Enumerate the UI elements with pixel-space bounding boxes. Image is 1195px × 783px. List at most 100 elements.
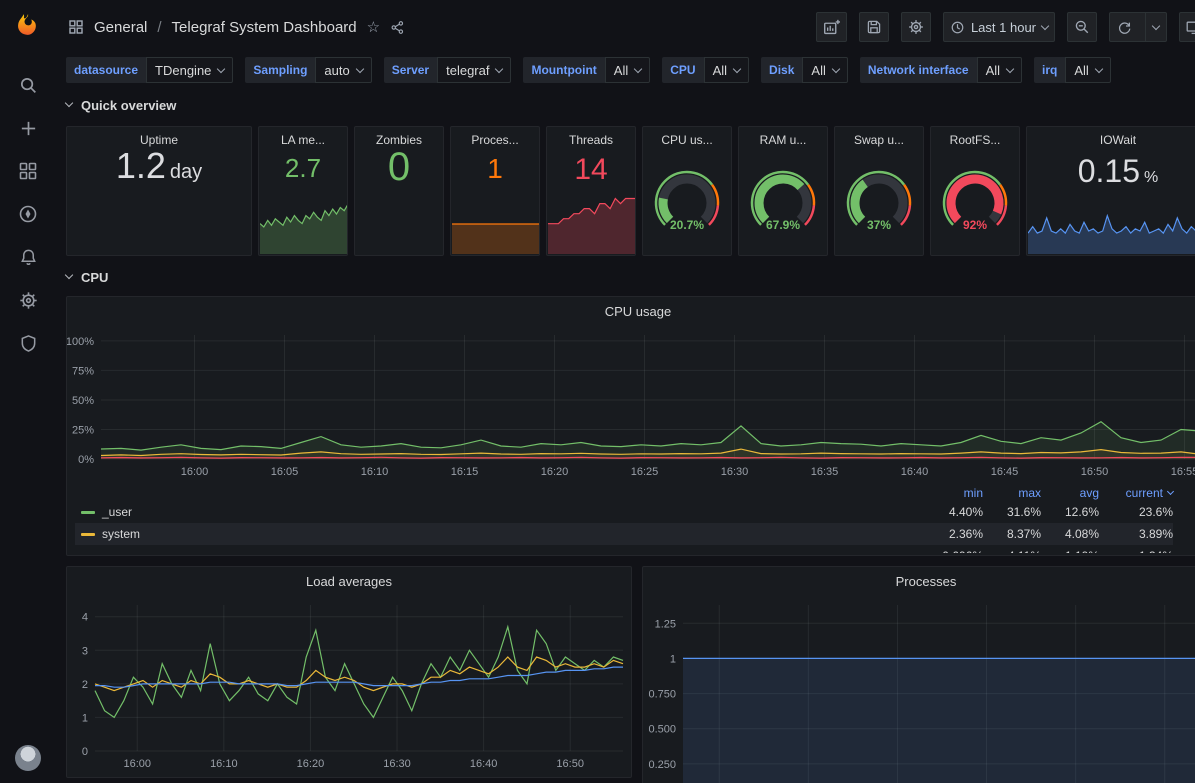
svg-text:4: 4 bbox=[82, 612, 88, 624]
navbar-actions: Last 1 hour bbox=[816, 12, 1195, 42]
chevron-down-icon bbox=[832, 64, 840, 72]
variable-label: Sampling bbox=[245, 57, 315, 83]
svg-text:2: 2 bbox=[82, 679, 88, 691]
variable-value-dropdown[interactable]: telegraf bbox=[437, 57, 511, 83]
stat-sparkline bbox=[1028, 214, 1195, 254]
panel-processes: Processes 1.2510.7500.5000.250 bbox=[642, 566, 1195, 783]
variable-value-dropdown[interactable]: auto bbox=[315, 57, 371, 83]
legend-value-max: 31.6% bbox=[983, 505, 1041, 519]
stat-sparkline bbox=[548, 196, 636, 254]
legend-value-max: 8.37% bbox=[983, 527, 1041, 541]
svg-text:16:15: 16:15 bbox=[451, 466, 479, 478]
variable-value: All bbox=[986, 63, 1000, 78]
panel-threads: Threads14 bbox=[546, 126, 636, 256]
time-range-label: Last 1 hour bbox=[971, 20, 1036, 35]
variable-value-dropdown[interactable]: TDengine bbox=[146, 57, 233, 83]
series-name[interactable]: system bbox=[102, 527, 140, 541]
panel-title[interactable]: LA me... bbox=[259, 127, 347, 153]
row-toggle-cpu[interactable]: CPU bbox=[66, 267, 108, 287]
gauge-chart: 37% bbox=[835, 165, 923, 237]
legend-value-current: 3.89% bbox=[1099, 527, 1173, 541]
refresh-icon[interactable] bbox=[1110, 13, 1139, 41]
stat-number: 1.2 bbox=[116, 145, 166, 187]
svg-text:25%: 25% bbox=[72, 424, 94, 436]
settings-gear-icon[interactable] bbox=[17, 289, 39, 311]
variable-value: All bbox=[811, 63, 825, 78]
dashboards-icon[interactable] bbox=[17, 160, 39, 182]
series-label[interactable]: _user bbox=[75, 505, 925, 519]
grafana-app: General / Telegraf System Dashboard ☆ bbox=[0, 0, 1195, 783]
save-dashboard-button[interactable] bbox=[859, 12, 889, 42]
create-plus-icon[interactable] bbox=[17, 117, 39, 139]
grafana-logo[interactable] bbox=[14, 12, 42, 40]
legend-header: minmaxavgcurrent bbox=[75, 485, 1173, 501]
star-icon[interactable]: ☆ bbox=[367, 18, 380, 36]
variable-value: All bbox=[713, 63, 727, 78]
dashboards-grid-icon[interactable] bbox=[68, 19, 84, 35]
legend-sort-min[interactable]: min bbox=[925, 486, 983, 500]
svg-text:16:40: 16:40 bbox=[901, 466, 929, 478]
panel-title[interactable]: Swap u... bbox=[835, 127, 923, 153]
search-icon[interactable] bbox=[17, 74, 39, 96]
panel-title[interactable]: Threads bbox=[547, 127, 635, 153]
panel-title-cpu-usage[interactable]: CPU usage bbox=[67, 297, 1195, 327]
variable-value-dropdown[interactable]: All bbox=[605, 57, 650, 83]
variable-value: All bbox=[614, 63, 628, 78]
svg-text:16:00: 16:00 bbox=[181, 466, 209, 478]
panel-title[interactable]: RAM u... bbox=[739, 127, 827, 153]
chevron-down-icon bbox=[65, 271, 73, 279]
explore-compass-icon[interactable] bbox=[17, 203, 39, 225]
variable-value-dropdown[interactable]: All bbox=[1065, 57, 1110, 83]
panel-title-processes[interactable]: Processes bbox=[643, 567, 1195, 597]
panel-cpu-us: CPU us...20.7% bbox=[642, 126, 732, 256]
legend-row: system2.36%8.37%4.08%3.89% bbox=[75, 523, 1173, 545]
gauge-chart: 67.9% bbox=[739, 165, 827, 237]
legend-rows: _user4.40%31.6%12.6%23.6%system2.36%8.37… bbox=[75, 501, 1173, 553]
variable-value-dropdown[interactable]: All bbox=[977, 57, 1022, 83]
processes-chart[interactable]: 1.2510.7500.5000.250 bbox=[643, 597, 1195, 783]
zoom-out-button[interactable] bbox=[1067, 12, 1097, 42]
panel-title[interactable]: RootFS... bbox=[931, 127, 1019, 153]
row-title: Quick overview bbox=[81, 98, 176, 113]
variable-value: TDengine bbox=[155, 63, 211, 78]
admin-shield-icon[interactable] bbox=[17, 332, 39, 354]
refresh-interval-dropdown[interactable] bbox=[1145, 13, 1166, 41]
stat-sparkline bbox=[452, 208, 540, 254]
stat-value: 1.2day bbox=[67, 145, 251, 247]
legend-row: _user4.40%31.6%12.6%23.6% bbox=[75, 501, 1173, 523]
breadcrumb-section[interactable]: General bbox=[94, 19, 147, 36]
svg-text:1.25: 1.25 bbox=[655, 618, 676, 630]
share-icon[interactable] bbox=[390, 20, 405, 35]
panel-iowait: IOWait0.15% bbox=[1026, 126, 1195, 256]
svg-text:50%: 50% bbox=[72, 395, 94, 407]
dashboard-settings-button[interactable] bbox=[901, 12, 931, 42]
load-averages-chart[interactable]: 4321016:0016:1016:2016:3016:4016:50 bbox=[67, 597, 631, 777]
svg-text:0%: 0% bbox=[78, 454, 94, 466]
panel-title-load-averages[interactable]: Load averages bbox=[67, 567, 631, 597]
svg-text:1: 1 bbox=[82, 712, 88, 724]
svg-text:16:10: 16:10 bbox=[361, 466, 389, 478]
row-toggle-quick-overview[interactable]: Quick overview bbox=[66, 95, 176, 115]
breadcrumb-dashboard-title[interactable]: Telegraf System Dashboard bbox=[172, 19, 357, 36]
time-range-picker[interactable]: Last 1 hour bbox=[943, 12, 1055, 42]
cpu-usage-chart[interactable]: 100%75%50%25%0%16:0016:0516:1016:1516:20… bbox=[67, 327, 1195, 485]
alerting-bell-icon[interactable] bbox=[17, 246, 39, 268]
breadcrumb-separator: / bbox=[157, 19, 161, 36]
svg-text:16:00: 16:00 bbox=[123, 758, 151, 770]
svg-text:16:45: 16:45 bbox=[991, 466, 1019, 478]
legend-sort-current[interactable]: current bbox=[1099, 486, 1173, 500]
user-avatar[interactable] bbox=[15, 745, 41, 771]
add-panel-button[interactable] bbox=[816, 12, 847, 42]
panel-title[interactable]: Proces... bbox=[451, 127, 539, 153]
svg-text:16:05: 16:05 bbox=[271, 466, 299, 478]
tv-mode-button[interactable] bbox=[1179, 12, 1195, 42]
legend-sort-avg[interactable]: avg bbox=[1041, 486, 1099, 500]
panel-title[interactable]: IOWait bbox=[1027, 127, 1195, 153]
variable-value-dropdown[interactable]: All bbox=[704, 57, 749, 83]
panel-title[interactable]: CPU us... bbox=[643, 127, 731, 153]
series-name[interactable]: _user bbox=[102, 505, 132, 519]
series-label[interactable]: system bbox=[75, 527, 925, 541]
legend-sort-max[interactable]: max bbox=[983, 486, 1041, 500]
variable-value-dropdown[interactable]: All bbox=[802, 57, 847, 83]
chevron-down-icon bbox=[217, 64, 225, 72]
